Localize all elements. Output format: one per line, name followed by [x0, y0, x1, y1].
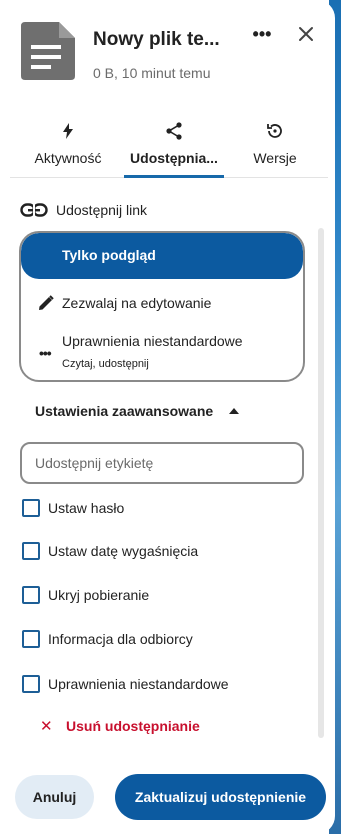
checkbox[interactable] — [22, 542, 40, 560]
tab-activity[interactable]: Aktywność — [20, 116, 116, 178]
tab-activity-label: Aktywność — [34, 150, 102, 166]
advanced-settings-title: Ustawienia zaawansowane — [35, 403, 214, 419]
checkbox-label: Ustaw datę wygaśnięcia — [48, 543, 199, 559]
checkbox-hide-download[interactable]: Ukryj pobieranie — [22, 585, 149, 605]
share-icon — [166, 122, 182, 140]
permission-view-only[interactable]: Tylko podgląd — [21, 233, 303, 279]
checkbox[interactable] — [22, 675, 40, 693]
more-options-button[interactable]: ••• — [250, 24, 274, 44]
checkbox-label: Ustaw hasło — [48, 500, 125, 516]
tab-versions[interactable]: Wersje — [232, 116, 318, 178]
permission-view-only-label: Tylko podgląd — [62, 247, 156, 263]
caret-up-icon — [229, 408, 240, 414]
checkbox-label: Informacja dla odbiorcy — [48, 631, 193, 647]
lightning-icon — [63, 123, 73, 139]
pencil-icon — [39, 295, 54, 310]
checkbox-note-recipient[interactable]: Informacja dla odbiorcy — [22, 629, 193, 649]
dots-icon: ••• — [39, 345, 52, 361]
checkbox-set-expiry[interactable]: Ustaw datę wygaśnięcia — [22, 541, 198, 561]
advanced-settings-toggle[interactable]: Ustawienia zaawansowane — [35, 403, 240, 419]
checkbox-set-password[interactable]: Ustaw hasło — [22, 498, 124, 518]
permission-custom[interactable]: ••• Uprawnienia niestandardowe Czytaj, u… — [21, 329, 303, 377]
unshare-label: Usuń udostępnianie — [66, 718, 200, 734]
permission-custom-sub: Czytaj, udostępnij — [62, 358, 149, 370]
permission-allow-edit-label: Zezwalaj na edytowanie — [62, 295, 212, 311]
history-icon — [267, 124, 282, 138]
file-meta: 0 B, 10 minut temu — [93, 65, 211, 81]
document-icon — [21, 22, 75, 80]
sharing-panel: Nowy plik te... 0 B, 10 minut temu ••• A… — [2, 0, 335, 834]
link-icon — [20, 202, 48, 218]
share-link-label: Udostępnij link — [56, 202, 148, 218]
scrollbar[interactable] — [318, 228, 324, 738]
cancel-button[interactable]: Anuluj — [15, 775, 94, 819]
share-label-input[interactable] — [20, 442, 304, 484]
share-link-row[interactable]: Udostępnij link — [20, 198, 147, 222]
close-x-icon: ✕ — [40, 718, 53, 735]
unshare-button[interactable]: ✕ Usuń udostępnianie — [40, 717, 200, 735]
tab-sharing-label: Udostępnia... — [130, 150, 218, 166]
permission-allow-edit[interactable]: Zezwalaj na edytowanie — [21, 289, 303, 317]
checkbox-label: Uprawnienia niestandardowe — [48, 676, 229, 692]
tab-versions-label: Wersje — [253, 150, 297, 166]
permission-selector: Tylko podgląd Zezwalaj na edytowanie •••… — [19, 231, 305, 382]
checkbox-label: Ukryj pobieranie — [48, 587, 150, 603]
permission-custom-label: Uprawnienia niestandardowe — [62, 333, 243, 349]
file-title: Nowy plik te... — [93, 29, 220, 50]
close-icon[interactable] — [294, 22, 318, 46]
tab-sharing[interactable]: Udostępnia... — [116, 116, 232, 178]
checkbox[interactable] — [22, 630, 40, 648]
active-tab-indicator — [124, 175, 224, 178]
checkbox[interactable] — [22, 586, 40, 604]
file-header: Nowy plik te... 0 B, 10 minut temu ••• — [2, 0, 335, 110]
checkbox-custom-permissions[interactable]: Uprawnienia niestandardowe — [22, 674, 229, 694]
update-share-button[interactable]: Zaktualizuj udostępnienie — [115, 774, 326, 820]
tab-bar: Aktywność Udostępnia... Wersje — [10, 116, 328, 178]
checkbox[interactable] — [22, 499, 40, 517]
